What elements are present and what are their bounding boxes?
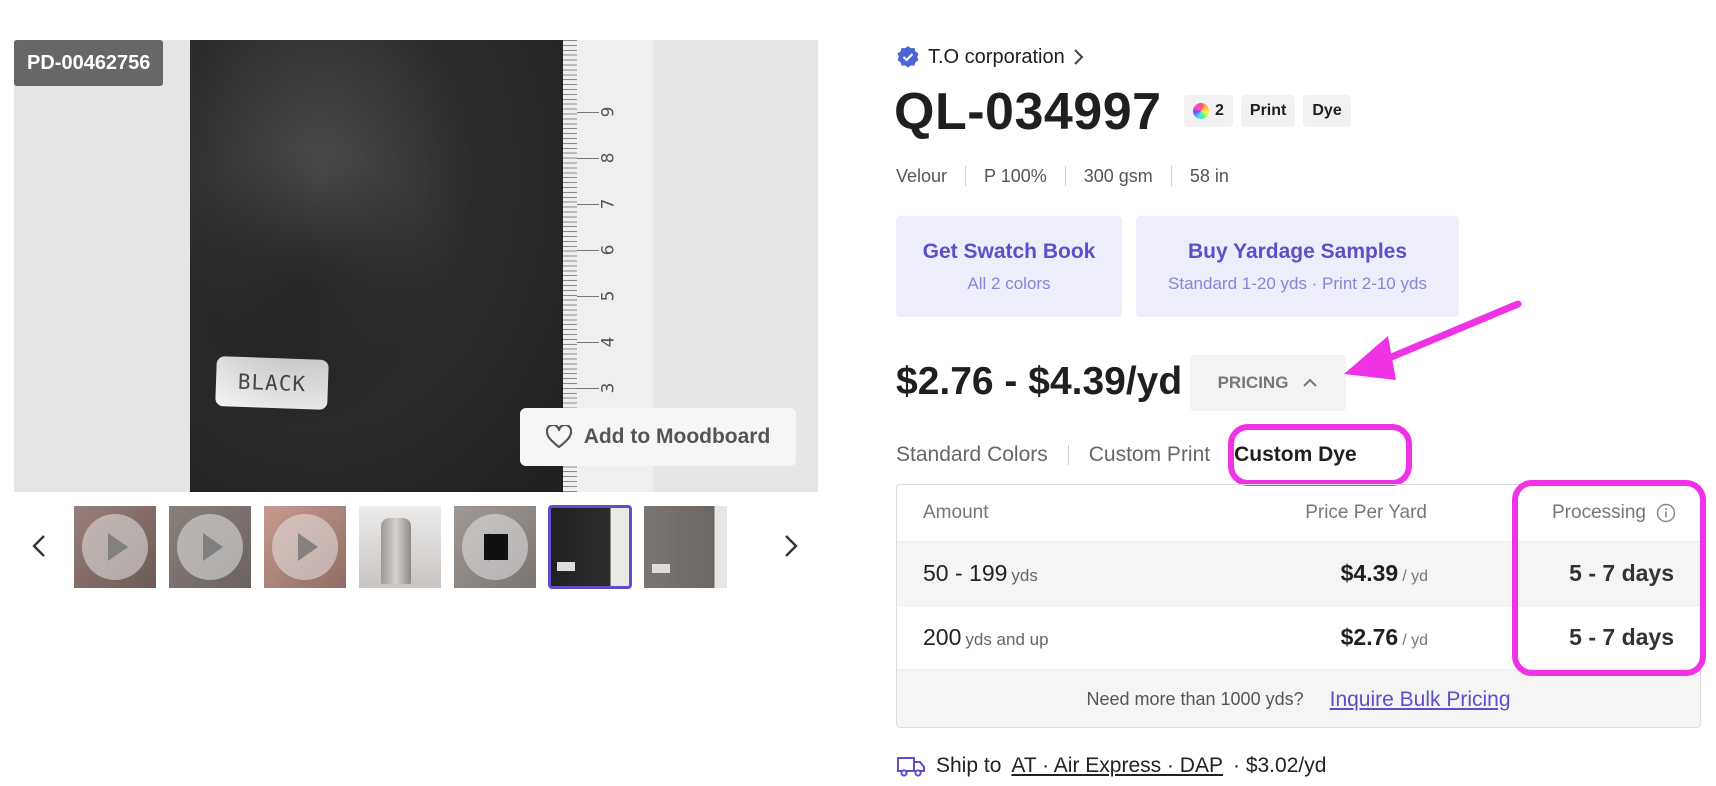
thumbnail-strip (14, 505, 818, 589)
thumbnail-video[interactable] (454, 506, 536, 588)
tab-standard-colors[interactable]: Standard Colors (896, 440, 1048, 470)
swatch-book-title: Get Swatch Book (922, 239, 1096, 263)
shipping-price: · $3.02/yd (1233, 754, 1327, 777)
black-fabric-preview (484, 534, 508, 560)
ruler-number: 9 (598, 106, 619, 118)
truck-icon (897, 757, 925, 777)
chevron-left-icon (32, 535, 45, 557)
supplier-link[interactable]: T.O corporation (896, 42, 1085, 72)
moodboard-label: Add to Moodboard (583, 425, 771, 448)
amount-unit: yds (1011, 566, 1038, 585)
thumbnail-image[interactable] (644, 506, 727, 588)
play-icon (272, 514, 338, 580)
supplier-name: T.O corporation (928, 45, 1065, 68)
highlight-custom-dye (1228, 424, 1412, 486)
row-amount: 50 - 199 yds (923, 560, 1038, 587)
ruler-number: 8 (598, 152, 619, 164)
sku-badge: PD-00462756 (14, 40, 164, 86)
chevron-right-icon (785, 535, 798, 557)
swatch-tag (557, 562, 575, 571)
verified-badge-icon (896, 45, 920, 69)
spec-composition: P 100% (965, 166, 1065, 186)
tab-custom-print[interactable]: Custom Print (1089, 440, 1210, 470)
tab-divider (1067, 445, 1069, 465)
pricing-toggle-button[interactable]: PRICING (1190, 355, 1346, 411)
price-range: $2.76 - $4.39/yd (896, 360, 1183, 403)
spec-width: 58 in (1170, 166, 1247, 186)
colors-count: 2 (1215, 102, 1224, 119)
yardage-title: Buy Yardage Samples (1187, 239, 1408, 263)
swatch-book-subtitle: All 2 colors (967, 273, 1051, 293)
highlight-processing-column (1512, 480, 1706, 676)
previous-image-button[interactable] (24, 528, 54, 564)
bulk-question: Need more than 1000 yds? (1086, 689, 1304, 709)
play-icon (177, 514, 243, 580)
main-product-image[interactable]: BLACK 9 8 7 6 5 4 3 PD-00462756 Add to M… (14, 40, 818, 492)
thumbnail-video[interactable] (264, 506, 346, 588)
shipping-info: Ship to AT · Air Express · DAP · $3.02/y… (896, 754, 1326, 778)
header-amount: Amount (923, 502, 989, 523)
row-price: $4.39/ yd (1341, 560, 1428, 587)
ruler-number: 6 (598, 244, 619, 256)
spec-weight: 300 gsm (1064, 166, 1171, 186)
print-chip: Print (1240, 95, 1296, 127)
heart-icon (545, 425, 572, 449)
spec-material: Velour (896, 166, 948, 186)
ruler-number: 5 (598, 290, 619, 302)
chevron-right-icon (1073, 48, 1085, 66)
header-price-per-yard: Price Per Yard (1305, 502, 1427, 523)
row-price: $2.76/ yd (1341, 624, 1428, 651)
thumbnail-video[interactable] (74, 506, 156, 588)
table-footer: Need more than 1000 yds? Inquire Bulk Pr… (897, 669, 1700, 727)
play-icon (82, 514, 148, 580)
product-chips: 2 Print Dye (1184, 95, 1351, 127)
inquire-bulk-pricing-link[interactable]: Inquire Bulk Pricing (1330, 688, 1511, 712)
row-amount: 200 yds and up (923, 624, 1049, 651)
price-unit: / yd (1402, 632, 1428, 649)
thumbnail-image-active[interactable] (548, 505, 632, 589)
swatch-tag (652, 564, 670, 573)
ship-prefix: Ship to (936, 754, 1002, 777)
mannequin-drape (381, 518, 411, 584)
fabric-photo: BLACK (190, 40, 563, 492)
thumbnail-image[interactable] (359, 506, 441, 588)
product-specs: Velour P 100% 300 gsm 58 in (896, 166, 1247, 186)
get-swatch-book-button[interactable]: Get Swatch Book All 2 colors (896, 216, 1122, 317)
price-unit: / yd (1402, 568, 1428, 585)
amount-value: 200 (923, 624, 962, 650)
shipping-destination-link[interactable]: AT · Air Express · DAP (1011, 754, 1223, 778)
ruler-number: 7 (598, 198, 619, 210)
chevron-up-icon (1303, 378, 1318, 387)
ruler-number: 4 (598, 336, 619, 348)
colors-count-chip: 2 (1184, 95, 1233, 127)
price-value: $2.76 (1340, 624, 1399, 650)
thumbnail-video[interactable] (169, 506, 251, 588)
dye-chip: Dye (1303, 95, 1351, 127)
price-value: $4.39 (1340, 560, 1399, 586)
color-wheel-icon (1193, 103, 1209, 119)
pricing-label: PRICING (1217, 373, 1289, 392)
ruler-number: 3 (598, 382, 619, 394)
next-image-button[interactable] (776, 528, 806, 564)
product-title: QL-034997 (894, 83, 1162, 141)
swatch-color-label: BLACK (215, 356, 329, 410)
amount-value: 50 - 199 (923, 560, 1008, 586)
annotation-arrow (1344, 300, 1522, 380)
add-to-moodboard-button[interactable]: Add to Moodboard (520, 408, 796, 466)
amount-unit: yds and up (965, 630, 1049, 649)
